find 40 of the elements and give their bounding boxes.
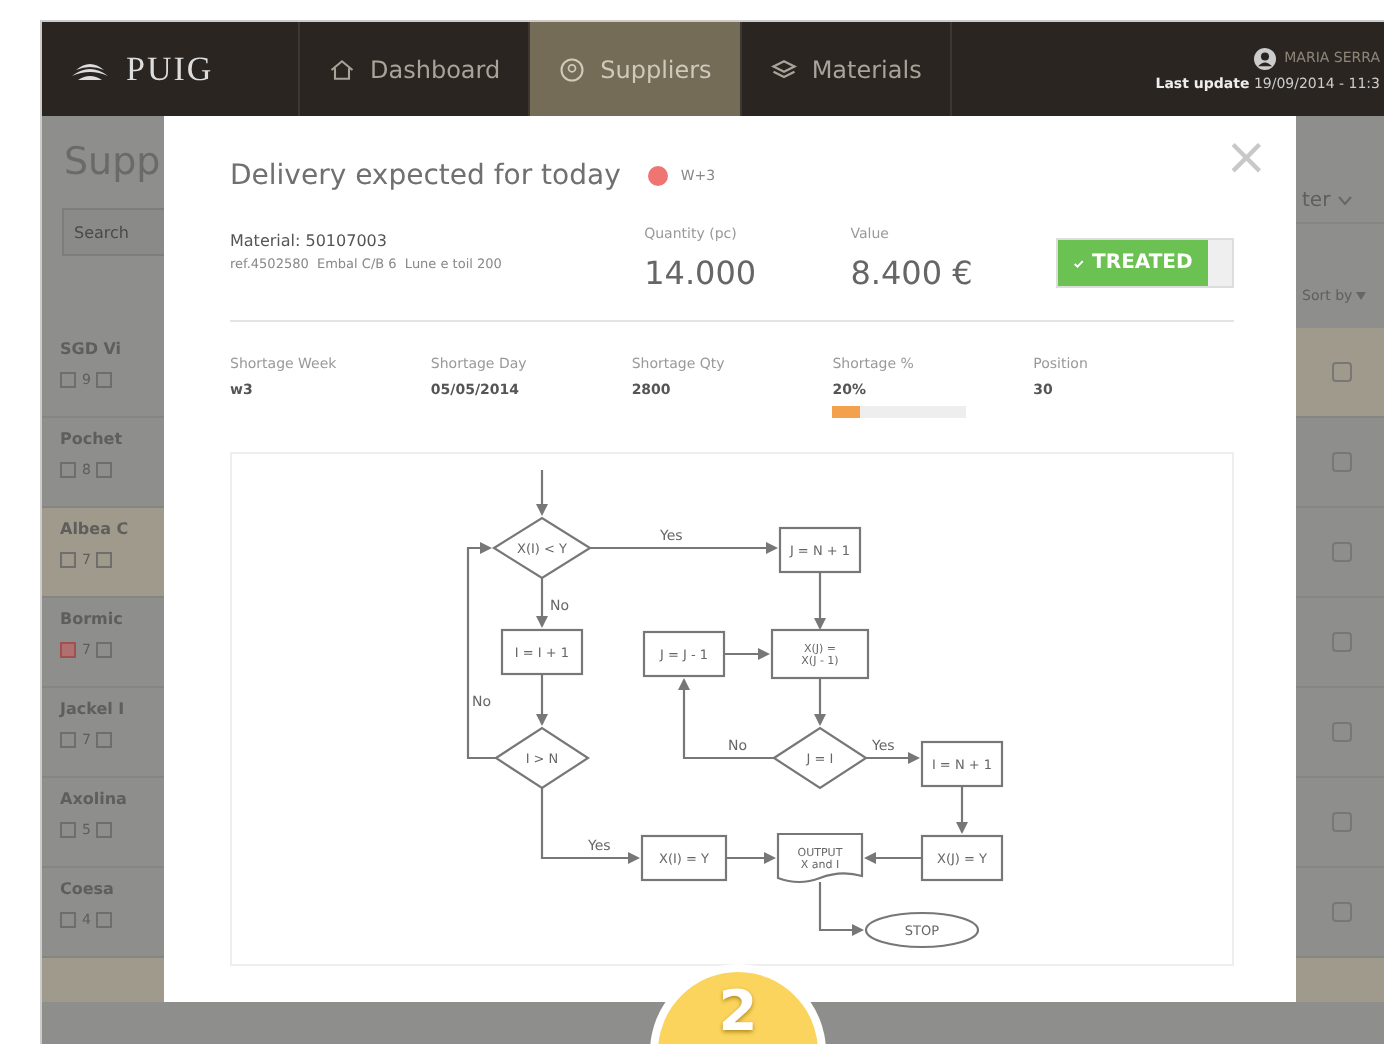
flow-arrow <box>536 470 548 516</box>
circle-icon <box>558 55 587 83</box>
material-code: Material: 50107003 <box>230 232 389 250</box>
treated-toggle[interactable]: TREATED <box>1056 238 1234 288</box>
footer-bar <box>42 958 164 1002</box>
nav-tab[interactable]: Suppliers <box>530 22 742 116</box>
flow-arrow <box>678 678 774 760</box>
checkbox-icon <box>96 732 113 748</box>
checkbox-icon <box>96 552 113 568</box>
search-field[interactable]: Search <box>62 208 164 256</box>
caret-icon <box>1356 292 1367 300</box>
check-icon <box>1074 257 1085 269</box>
logo-text: PUIG <box>126 49 214 89</box>
checkbox-icon <box>96 372 113 388</box>
flow-arrow <box>956 786 968 834</box>
checkbox-icon[interactable] <box>1332 362 1352 382</box>
avatar-icon <box>1254 47 1277 69</box>
checkbox-icon <box>96 642 113 658</box>
quantity-value: 14.000 <box>644 254 759 292</box>
footer-bar <box>1296 958 1384 1002</box>
close-button[interactable]: × <box>1220 132 1272 184</box>
checkbox-icon <box>96 912 113 928</box>
modal-title: Delivery expected for today <box>230 160 621 192</box>
checkbox-icon <box>96 822 113 838</box>
flow-arrow <box>866 752 920 764</box>
layers-icon <box>769 55 798 83</box>
flow-arrow <box>726 852 776 864</box>
flow-arrow <box>724 648 770 660</box>
value-value: 8.400 € <box>850 254 975 292</box>
flow-arrow <box>814 572 826 630</box>
chevron-icon <box>1338 195 1353 205</box>
flow-arrow <box>536 578 548 628</box>
flow-arrow <box>864 852 922 864</box>
checkbox-icon <box>96 462 113 478</box>
flow-arrow <box>540 788 640 864</box>
flow-arrow <box>814 678 826 726</box>
flow-arrow <box>818 882 864 936</box>
flow-arrow <box>536 674 548 726</box>
house-icon <box>328 55 356 83</box>
status-dot <box>648 166 669 186</box>
